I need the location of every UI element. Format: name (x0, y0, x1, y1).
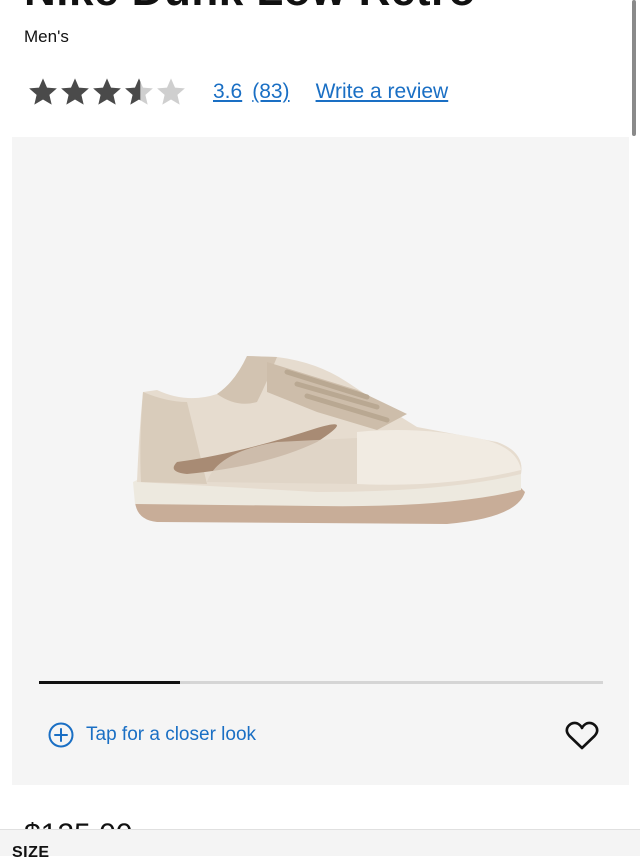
rating-stars (27, 76, 187, 108)
favorite-heart-icon[interactable] (565, 721, 599, 751)
product-title: Nike Dunk Low Retro (24, 0, 476, 16)
review-count-link[interactable]: (83) (252, 80, 289, 104)
closer-look-label: Tap for a closer look (86, 724, 257, 745)
size-label: SIZE (12, 844, 50, 861)
gallery-progress (39, 681, 603, 684)
star-icon (27, 76, 59, 108)
write-review-link[interactable]: Write a review (316, 80, 449, 104)
product-gender: Men's (24, 27, 69, 46)
product-gallery[interactable]: Tap for a closer look (12, 137, 629, 785)
gallery-progress-fill (39, 681, 180, 684)
scrollbar[interactable] (632, 0, 636, 136)
star-icon (91, 76, 123, 108)
size-selector-bar[interactable]: SIZE (0, 829, 640, 861)
star-icon (59, 76, 91, 108)
rating-value-link[interactable]: 3.6 (213, 80, 242, 104)
star-empty-icon (155, 76, 187, 108)
sneaker-image (133, 356, 525, 524)
rating-row: 3.6 (83) Write a review (27, 74, 448, 110)
closer-look-button[interactable]: Tap for a closer look (48, 722, 256, 748)
star-half-icon (123, 76, 155, 108)
zoom-plus-icon (48, 722, 74, 748)
